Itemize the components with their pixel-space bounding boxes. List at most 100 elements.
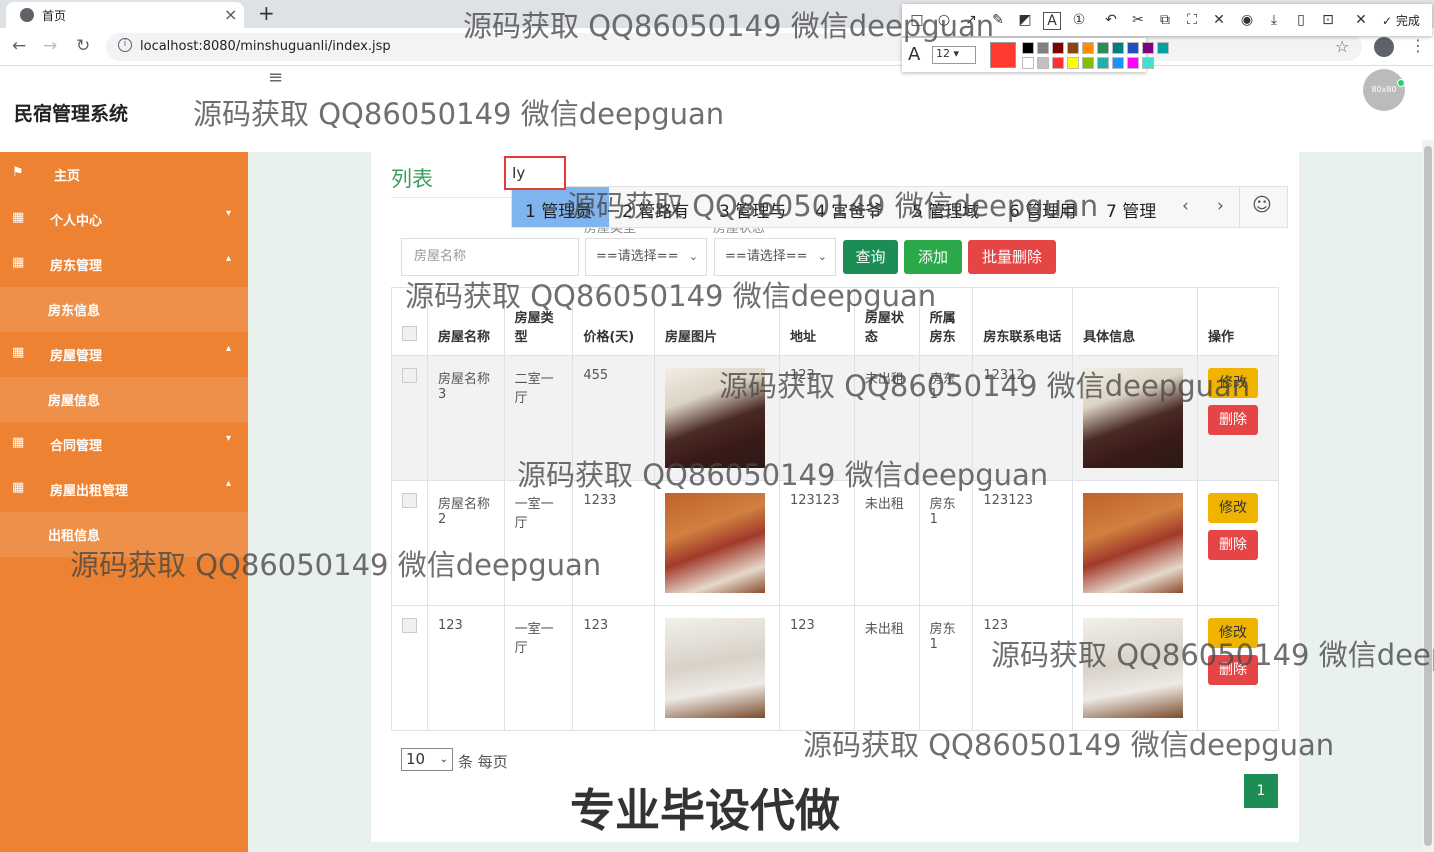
add-button[interactable]: 添加 — [904, 240, 962, 274]
fullscreen-icon[interactable]: ⛶ — [1183, 12, 1201, 28]
avatar[interactable]: 80x80 — [1363, 69, 1405, 111]
house-status-select[interactable]: ==请选择== ⌄ — [714, 238, 836, 276]
page-scrollbar[interactable] — [1422, 140, 1434, 852]
profile-icon[interactable] — [1374, 37, 1394, 57]
browser-tab[interactable]: 首页 × — [6, 2, 244, 28]
browser-menu-icon[interactable]: ⋮ — [1410, 36, 1426, 55]
row-checkbox[interactable] — [402, 618, 417, 633]
close-tab-icon[interactable]: × — [224, 5, 237, 24]
download-icon[interactable]: ⤓ — [1265, 12, 1283, 28]
color-swatch[interactable] — [1142, 42, 1154, 54]
sidebar-item-label: 主页 — [54, 169, 81, 184]
address-cell: 123 — [778, 605, 855, 731]
sidebar-item-house-info[interactable]: 房屋信息 — [0, 377, 248, 422]
color-swatch[interactable] — [1157, 42, 1169, 54]
ime-prev-icon[interactable]: ‹ — [1182, 196, 1189, 216]
page-button-current[interactable]: 1 — [1244, 774, 1278, 808]
house-photo — [665, 618, 766, 718]
emoji-icon[interactable]: ☺ — [1252, 194, 1272, 216]
row-checkbox[interactable] — [402, 493, 417, 508]
divider — [1239, 187, 1240, 227]
url-text[interactable]: localhost:8080/minshuguanli/index.jsp — [140, 39, 391, 54]
color-swatch[interactable] — [1067, 42, 1079, 54]
sidebar-item-contract-mgmt[interactable]: ▦ 合同管理 ▾ — [0, 422, 248, 467]
watermark-text: 源码获取 QQ86050149 微信deepguan — [193, 97, 725, 131]
watermark-text: 源码获取 QQ86050149 微信deepguan — [463, 9, 995, 43]
globe-icon — [20, 8, 34, 22]
color-swatch[interactable] — [1127, 42, 1139, 54]
color-swatch[interactable] — [1052, 42, 1064, 54]
delete-button[interactable]: 删除 — [1208, 530, 1259, 560]
house-name-search-input[interactable]: 房屋名称 — [401, 238, 579, 276]
scrollbar-thumb[interactable] — [1424, 146, 1432, 846]
color-swatch[interactable] — [1112, 42, 1124, 54]
chevron-down-icon: ▾ — [226, 208, 232, 219]
sidebar-item-landlord-mgmt[interactable]: ▦ 房东管理 ▴ — [0, 242, 248, 287]
color-swatch[interactable] — [1067, 57, 1079, 69]
bookmark-icon[interactable]: ⊡ — [1319, 12, 1337, 28]
sidebar-item-landlord-info[interactable]: 房东信息 — [0, 287, 248, 332]
color-swatch[interactable] — [1022, 57, 1034, 69]
color-swatch[interactable] — [1112, 57, 1124, 69]
menu-toggle-icon[interactable]: ≡ — [268, 67, 283, 88]
sidebar-item-label: 房屋出租管理 — [50, 484, 129, 499]
scissors-icon[interactable]: ✂ — [1129, 12, 1147, 28]
bookmark-star-icon[interactable]: ☆ — [1335, 37, 1349, 56]
sidebar-item-home[interactable]: ⚑ 主页 — [0, 152, 248, 197]
column-header: 房东联系电话 — [972, 287, 1074, 356]
page-size-select[interactable]: 10 ⌄ — [401, 748, 453, 771]
phone-icon[interactable]: ▯ — [1292, 12, 1310, 28]
site-info-icon[interactable]: i — [118, 38, 132, 52]
house-image-cell — [654, 605, 780, 731]
chevron-down-icon: ▾ — [226, 433, 232, 444]
color-swatch[interactable] — [1052, 57, 1064, 69]
ime-composition-input[interactable]: Ⅰy — [504, 156, 566, 190]
search-button[interactable]: 查询 — [843, 240, 898, 274]
page-size-value: 10 — [406, 750, 426, 768]
sidebar-item-house-mgmt[interactable]: ▦ 房屋管理 ▴ — [0, 332, 248, 377]
color-swatch[interactable] — [1082, 57, 1094, 69]
watermark-text: 源码获取 QQ86050149 微信deepguan — [517, 458, 1049, 492]
record-icon[interactable]: ◉ — [1238, 12, 1256, 28]
ime-next-icon[interactable]: › — [1217, 196, 1224, 216]
back-button[interactable]: ← — [12, 36, 26, 56]
pin-icon[interactable]: ✕ — [1210, 12, 1228, 28]
forward-button[interactable]: → — [43, 36, 57, 56]
ime-candidate[interactable]: 7 管理 — [1106, 197, 1156, 222]
watermark-text: 源码获取 QQ86050149 微信deepguan — [70, 548, 602, 582]
select-value: ==请选择== — [596, 249, 679, 264]
actions-cell: 修改 删除 — [1197, 480, 1279, 606]
mosaic-tool-icon[interactable]: ◩ — [1016, 12, 1034, 28]
phone-cell: 123123 — [972, 480, 1074, 606]
done-button[interactable]: ✓ 完成 — [1382, 12, 1420, 29]
color-swatch[interactable] — [1097, 57, 1109, 69]
close-icon[interactable]: ✕ — [1352, 12, 1370, 28]
watermark-text: 源码获取 QQ86050149 微信deepguan — [567, 189, 1099, 223]
batch-delete-button[interactable]: 批量删除 — [968, 240, 1056, 274]
color-swatch[interactable] — [1037, 57, 1049, 69]
color-swatch[interactable] — [1127, 57, 1139, 69]
color-swatch[interactable] — [1097, 42, 1109, 54]
row-checkbox[interactable] — [402, 368, 417, 383]
new-tab-button[interactable]: + — [258, 1, 275, 25]
color-swatch[interactable] — [1022, 42, 1034, 54]
current-color-swatch[interactable] — [990, 42, 1016, 68]
edit-button[interactable]: 修改 — [1208, 493, 1259, 523]
flag-icon: ⚑ — [12, 165, 24, 180]
color-swatch[interactable] — [1142, 57, 1154, 69]
delete-button[interactable]: 删除 — [1208, 405, 1259, 435]
reload-button[interactable]: ↻ — [76, 36, 90, 56]
copy-icon[interactable]: ⧉ — [1156, 12, 1174, 28]
font-size-select[interactable]: 12 ▾ — [932, 46, 976, 64]
select-all-checkbox[interactable] — [402, 326, 417, 341]
color-swatch[interactable] — [1037, 42, 1049, 54]
text-tool-icon[interactable]: A — [1043, 12, 1061, 30]
number-tool-icon[interactable]: ① — [1070, 12, 1088, 28]
house-photo — [665, 493, 766, 593]
color-swatch[interactable] — [1082, 42, 1094, 54]
sidebar-item-profile[interactable]: ▦ 个人中心 ▾ — [0, 197, 248, 242]
house-type-select[interactable]: ==请选择== ⌄ — [585, 238, 707, 276]
undo-icon[interactable]: ↶ — [1102, 12, 1120, 28]
sidebar-item-rental-mgmt[interactable]: ▦ 房屋出租管理 ▴ — [0, 467, 248, 512]
status-cell: 未出租 — [853, 605, 920, 731]
